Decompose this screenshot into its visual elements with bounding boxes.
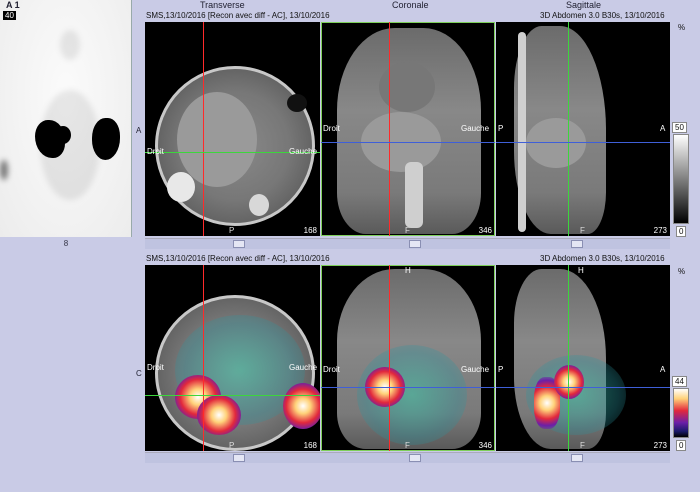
top-transverse-view[interactable]: Droit Gauche P 168 bbox=[145, 22, 320, 236]
top-grayscale-bar[interactable] bbox=[673, 134, 689, 224]
bottom-scale-min[interactable]: 0 bbox=[676, 440, 687, 451]
orient-bottom: F bbox=[580, 226, 585, 235]
orient-bottom: F bbox=[405, 441, 410, 450]
top-scrollbar[interactable] bbox=[145, 238, 670, 249]
mip-frame-number: 40 bbox=[3, 11, 16, 20]
mip-right-kidney-uptake bbox=[92, 118, 120, 160]
bottom-coronal-orient-top: H bbox=[405, 266, 411, 275]
header-coronal: Coronale bbox=[392, 0, 429, 10]
top-sagittal-view[interactable]: P A F 273 bbox=[496, 22, 670, 236]
slice-number: 273 bbox=[653, 441, 667, 450]
top-coronal-view[interactable]: Droit Gauche F 346 bbox=[321, 22, 495, 236]
top-scale-min[interactable]: 0 bbox=[676, 226, 687, 237]
orient-left: Droit bbox=[323, 365, 340, 374]
crosshair-vertical[interactable] bbox=[568, 265, 569, 451]
orient-right: Gauche bbox=[289, 363, 318, 372]
mip-head-haze bbox=[60, 30, 80, 60]
top-row-label: A bbox=[136, 126, 142, 135]
top-ct-info: 3D Abdomen 3.0 B30s, 13/10/2016 bbox=[540, 11, 665, 20]
orient-right: A bbox=[660, 365, 666, 374]
crosshair-vertical[interactable] bbox=[203, 22, 204, 236]
header-transverse: Transverse bbox=[200, 0, 245, 10]
pet-hotspot-right-kidney bbox=[283, 383, 320, 429]
slice-number: 168 bbox=[303, 226, 317, 235]
slice-number: 273 bbox=[653, 226, 667, 235]
ct-contrast bbox=[167, 172, 195, 202]
mip-slice-number: 8 bbox=[63, 239, 69, 248]
mip-label: A 1 bbox=[6, 0, 20, 10]
coronal-scroll-thumb[interactable] bbox=[409, 454, 421, 462]
slice-number: 168 bbox=[303, 441, 317, 450]
bottom-row-label: C bbox=[136, 369, 142, 378]
bottom-sagittal-orient-top: H bbox=[578, 266, 584, 275]
orient-bottom: P bbox=[229, 226, 235, 235]
orient-right: A bbox=[660, 124, 666, 133]
transverse-scroll-thumb[interactable] bbox=[233, 454, 245, 462]
crosshair-vertical[interactable] bbox=[389, 265, 390, 451]
mip-edge-mark bbox=[0, 160, 8, 180]
orient-bottom: F bbox=[405, 226, 410, 235]
orient-right: Gauche bbox=[461, 124, 490, 133]
bottom-color-scale-bar[interactable] bbox=[673, 388, 689, 438]
crosshair-horizontal[interactable] bbox=[145, 395, 320, 396]
orient-left: Droit bbox=[147, 147, 164, 156]
transverse-scroll-thumb[interactable] bbox=[233, 240, 245, 248]
ct-heart bbox=[379, 62, 435, 112]
orient-left: P bbox=[498, 365, 504, 374]
bottom-scale-max[interactable]: 44 bbox=[672, 376, 687, 387]
ct-gas bbox=[287, 94, 307, 112]
orient-left: Droit bbox=[147, 363, 164, 372]
ct-vertebra bbox=[249, 194, 269, 216]
crosshair-horizontal[interactable] bbox=[496, 387, 670, 388]
orient-right: Gauche bbox=[289, 147, 318, 156]
ct-spine bbox=[405, 162, 423, 228]
orient-left: P bbox=[498, 124, 504, 133]
ct-liver bbox=[177, 92, 257, 187]
bottom-transverse-fusion-view[interactable]: Droit Gauche P 168 bbox=[145, 265, 320, 451]
top-scale-max[interactable]: 50 bbox=[672, 122, 687, 133]
slice-number: 346 bbox=[478, 441, 492, 450]
slice-number: 346 bbox=[478, 226, 492, 235]
bottom-scrollbar[interactable] bbox=[145, 452, 670, 463]
sagittal-scroll-thumb[interactable] bbox=[571, 454, 583, 462]
sagittal-scroll-thumb[interactable] bbox=[571, 240, 583, 248]
pet-hotspot-liver bbox=[554, 365, 584, 399]
ct-liver bbox=[526, 118, 586, 168]
mip-projection-view[interactable]: A 1 40 bbox=[0, 0, 132, 237]
coronal-scroll-thumb[interactable] bbox=[409, 240, 421, 248]
crosshair-vertical[interactable] bbox=[389, 22, 390, 236]
crosshair-horizontal[interactable] bbox=[321, 387, 495, 388]
crosshair-horizontal[interactable] bbox=[496, 142, 670, 143]
bottom-ct-info: 3D Abdomen 3.0 B30s, 13/10/2016 bbox=[540, 254, 665, 263]
top-series-info: SMS,13/10/2016 [Recon avec diff - AC], 1… bbox=[146, 11, 330, 20]
bottom-series-info: SMS,13/10/2016 [Recon avec diff - AC], 1… bbox=[146, 254, 330, 263]
orient-right: Gauche bbox=[461, 365, 490, 374]
orient-left: Droit bbox=[323, 124, 340, 133]
mip-left-kidney-uptake-2 bbox=[55, 126, 71, 144]
bottom-scale-unit: % bbox=[678, 267, 686, 276]
orient-bottom: P bbox=[229, 441, 235, 450]
crosshair-vertical[interactable] bbox=[203, 265, 204, 451]
orient-bottom: F bbox=[580, 441, 585, 450]
bottom-sagittal-fusion-view[interactable]: P A F 273 bbox=[496, 265, 670, 451]
crosshair-vertical[interactable] bbox=[568, 22, 569, 236]
header-sagittal: Sagittale bbox=[566, 0, 602, 10]
bottom-coronal-fusion-view[interactable]: Droit Gauche F 346 bbox=[321, 265, 495, 451]
top-scale-unit: % bbox=[678, 23, 686, 32]
ct-spine bbox=[518, 32, 526, 232]
crosshair-horizontal[interactable] bbox=[321, 142, 495, 143]
